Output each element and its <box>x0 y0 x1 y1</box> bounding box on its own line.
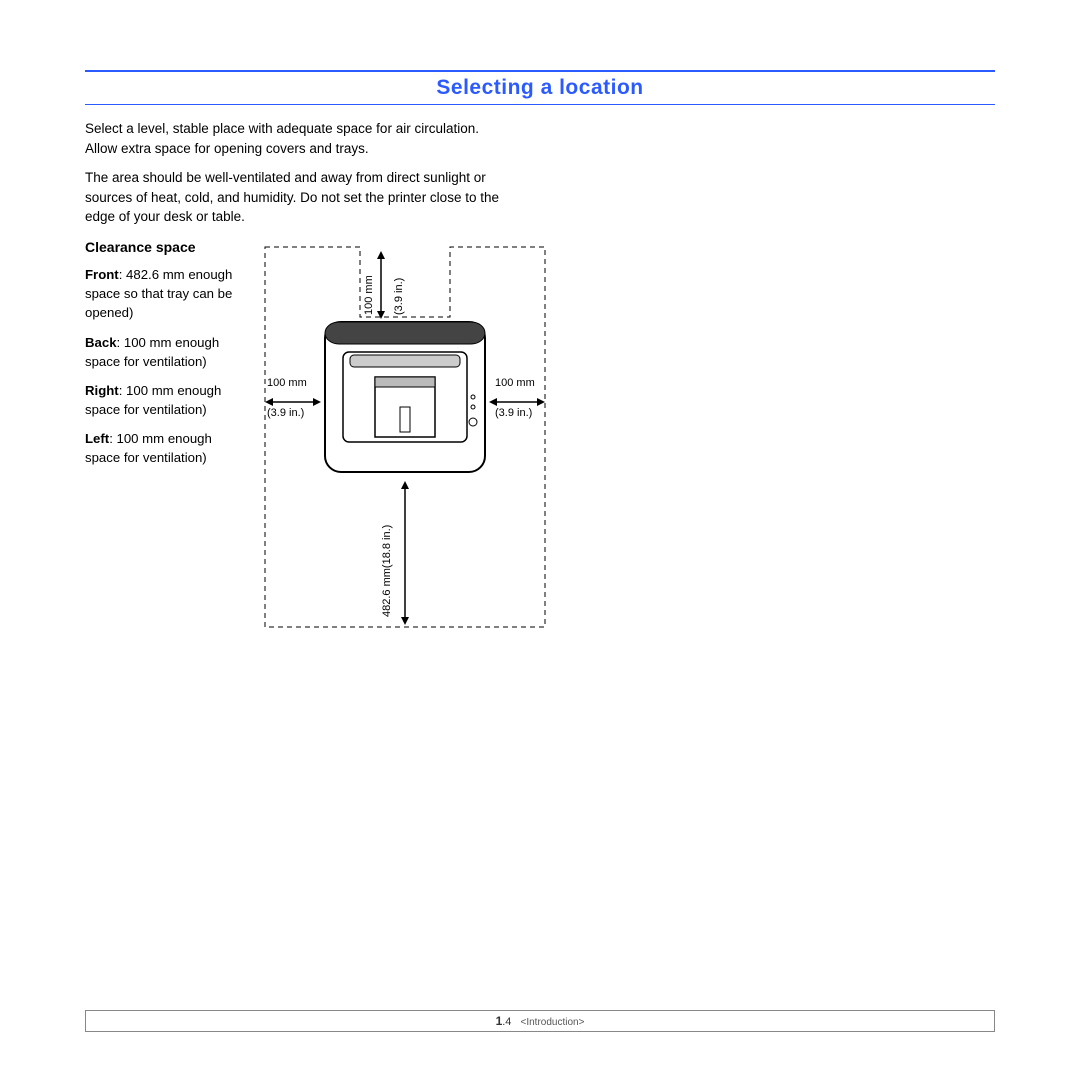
dim-right-in: (3.9 in.) <box>495 407 532 420</box>
arrow-left-head-r <box>313 398 321 406</box>
label-left: Left <box>85 431 109 446</box>
rule-under-heading <box>85 104 995 105</box>
arrow-front-head-down <box>401 617 409 625</box>
arrow-right-head-r <box>537 398 545 406</box>
dim-left-in: (3.9 in.) <box>267 407 304 420</box>
clearance-text-column: Clearance space Front: 482.6 mm enough s… <box>85 237 235 478</box>
footer-page: .4 <box>502 1016 511 1028</box>
page-footer: 1.4 <Introduction> <box>85 1010 995 1032</box>
dim-front-combined: 482.6 mm(18.8 in.) <box>381 497 394 617</box>
arrow-top-head-up <box>377 251 385 259</box>
rule-top <box>85 70 995 72</box>
clearance-back: Back: 100 mm enough space for ventilatio… <box>85 333 235 371</box>
label-right: Right <box>85 383 119 398</box>
label-front: Front <box>85 267 119 282</box>
clearance-right: Right: 100 mm enough space for ventilati… <box>85 381 235 419</box>
dim-top-mm: 100 mm <box>363 255 376 315</box>
footer-section: <Introduction> <box>521 1017 585 1028</box>
section-heading: Selecting a location <box>85 76 995 100</box>
arrow-right-head-l <box>489 398 497 406</box>
label-back: Back <box>85 335 117 350</box>
dim-top-in: (3.9 in.) <box>393 255 406 315</box>
intro-paragraph-2: The area should be well-ventilated and a… <box>85 168 505 227</box>
intro-paragraph-1: Select a level, stable place with adequa… <box>85 119 505 158</box>
printer-icon <box>325 322 485 472</box>
arrow-front-head-up <box>401 481 409 489</box>
clearance-subhead: Clearance space <box>85 237 235 257</box>
dim-right-mm: 100 mm <box>495 377 535 390</box>
dim-left-mm: 100 mm <box>267 377 307 390</box>
clearance-diagram: 100 mm (3.9 in.) 100 mm (3.9 in.) 100 mm… <box>255 237 555 637</box>
arrow-left-head-l <box>265 398 273 406</box>
clearance-left: Left: 100 mm enough space for ventilatio… <box>85 429 235 467</box>
arrow-top-head-down <box>377 311 385 319</box>
document-page: Selecting a location Select a level, sta… <box>0 0 1080 1080</box>
clearance-front: Front: 482.6 mm enough space so that tra… <box>85 265 235 322</box>
content-columns: Clearance space Front: 482.6 mm enough s… <box>85 237 995 637</box>
